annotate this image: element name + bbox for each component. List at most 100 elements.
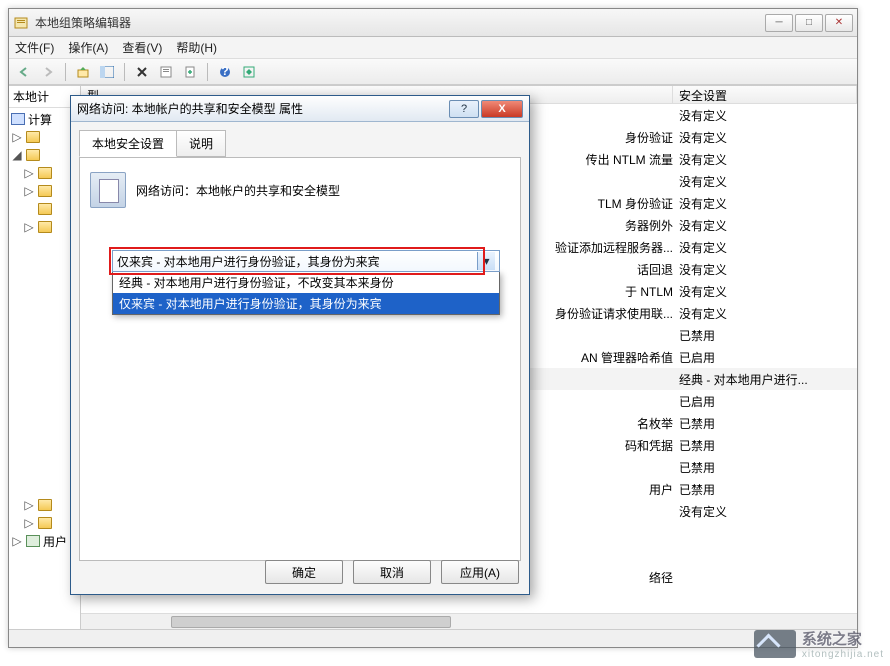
folder-icon [38, 517, 52, 529]
app-icon [13, 15, 29, 31]
cell-setting: 没有定义 [673, 305, 857, 322]
separator [65, 63, 66, 81]
tab-local-security[interactable]: 本地安全设置 [79, 130, 177, 157]
combo-selected-text: 仅来宾 - 对本地用户进行身份验证，其身份为来宾 [117, 253, 477, 270]
help-button[interactable]: ? [214, 62, 236, 82]
back-button[interactable] [13, 62, 35, 82]
menu-action[interactable]: 操作(A) [68, 39, 108, 56]
expand-icon[interactable]: ▷ [23, 516, 35, 530]
toolbar: ? [9, 59, 857, 85]
expand-icon[interactable]: ▷ [23, 166, 35, 180]
folder-icon [38, 203, 52, 215]
separator [124, 63, 125, 81]
cell-setting: 经典 - 对本地用户进行... [673, 371, 857, 388]
expand-icon[interactable]: ▷ [11, 534, 23, 548]
separator [207, 63, 208, 81]
tab-explain[interactable]: 说明 [176, 130, 226, 157]
menu-file[interactable]: 文件(F) [15, 39, 54, 56]
export-button[interactable] [179, 62, 201, 82]
statusbar [9, 629, 857, 647]
cell-setting: 没有定义 [673, 151, 857, 168]
menu-view[interactable]: 查看(V) [122, 39, 162, 56]
expand-icon[interactable]: ▷ [11, 130, 23, 144]
up-button[interactable] [72, 62, 94, 82]
combo-option-guest[interactable]: 仅来宾 - 对本地用户进行身份验证，其身份为来宾 [113, 293, 499, 314]
watermark-sub: xitongzhijia.net [802, 649, 884, 660]
ok-button[interactable]: 确定 [265, 560, 343, 584]
cell-setting: 没有定义 [673, 195, 857, 212]
expand-icon[interactable]: ▷ [23, 184, 35, 198]
watermark-text: 系统之家 [802, 628, 884, 649]
cell-setting: 没有定义 [673, 217, 857, 234]
dialog-buttons: 确定 取消 应用(A) [265, 560, 519, 584]
window-title: 本地组策略编辑器 [35, 14, 765, 31]
cell-setting: 已禁用 [673, 415, 857, 432]
show-hide-tree-button[interactable] [96, 62, 118, 82]
properties-dialog: 网络访问: 本地帐户的共享和安全模型 属性 ? X 本地安全设置 说明 网络访问… [70, 95, 530, 595]
tree-node[interactable]: ▷ [11, 182, 78, 200]
computer-icon [11, 113, 25, 125]
expand-icon[interactable]: ▷ [23, 498, 35, 512]
folder-icon [26, 131, 40, 143]
tree-node[interactable]: ▷ [11, 128, 78, 146]
tab-body: 网络访问：本地帐户的共享和安全模型 仅来宾 - 对本地用户进行身份验证，其身份为… [79, 157, 521, 561]
scroll-thumb[interactable] [171, 616, 451, 628]
cell-setting: 没有定义 [673, 239, 857, 256]
cancel-button[interactable]: 取消 [353, 560, 431, 584]
dialog-title: 网络访问: 本地帐户的共享和安全模型 属性 [77, 100, 449, 117]
properties-button[interactable] [155, 62, 177, 82]
folder-icon [38, 499, 52, 511]
folder-icon [38, 185, 52, 197]
menu-help[interactable]: 帮助(H) [176, 39, 217, 56]
dialog-close-button[interactable]: X [481, 100, 523, 118]
cell-setting: 没有定义 [673, 129, 857, 146]
cell-setting: 已启用 [673, 349, 857, 366]
window-buttons: ─ □ ✕ [765, 14, 853, 32]
menubar: 文件(F) 操作(A) 查看(V) 帮助(H) [9, 37, 857, 59]
chevron-down-icon[interactable]: ▾ [477, 252, 495, 270]
folder-icon [38, 167, 52, 179]
combo-option-classic[interactable]: 经典 - 对本地用户进行身份验证，不改变其本来身份 [113, 272, 499, 293]
user-icon [26, 535, 40, 547]
dialog-title-buttons: ? X [449, 100, 523, 118]
svg-text:?: ? [221, 66, 228, 78]
tree-node[interactable]: ▷ [11, 496, 78, 514]
delete-button[interactable] [131, 62, 153, 82]
folder-icon [26, 149, 40, 161]
dialog-tabs: 本地安全设置 说明 [79, 130, 521, 157]
cell-setting: 已禁用 [673, 437, 857, 454]
cell-setting: 已启用 [673, 393, 857, 410]
tree-node[interactable]: ◢ [11, 146, 78, 164]
expand-icon[interactable]: ▷ [23, 220, 35, 234]
col-setting[interactable]: 安全设置 [673, 86, 857, 103]
cell-setting: 没有定义 [673, 283, 857, 300]
cell-setting: 没有定义 [673, 261, 857, 278]
horizontal-scrollbar[interactable] [81, 613, 857, 629]
server-icon [90, 172, 126, 208]
dialog-titlebar[interactable]: 网络访问: 本地帐户的共享和安全模型 属性 ? X [71, 96, 529, 122]
cell-setting: 没有定义 [673, 107, 857, 124]
close-button[interactable]: ✕ [825, 14, 853, 32]
cell-setting: 已禁用 [673, 327, 857, 344]
tree-node[interactable]: ▷ [11, 514, 78, 532]
policy-header: 网络访问：本地帐户的共享和安全模型 [80, 158, 520, 222]
apply-button[interactable]: 应用(A) [441, 560, 519, 584]
minimize-button[interactable]: ─ [765, 14, 793, 32]
watermark: 系统之家 xitongzhijia.net [754, 628, 884, 660]
combo-wrapper: 仅来宾 - 对本地用户进行身份验证，其身份为来宾 ▾ 经典 - 对本地用户进行身… [112, 250, 500, 315]
tree-node[interactable]: ▷ [11, 218, 78, 236]
cell-setting: 没有定义 [673, 503, 857, 520]
filter-button[interactable] [238, 62, 260, 82]
maximize-button[interactable]: □ [795, 14, 823, 32]
cell-setting: 已禁用 [673, 481, 857, 498]
folder-icon [38, 221, 52, 233]
tree-node-user[interactable]: ▷用户 [11, 532, 78, 550]
sharing-model-combo[interactable]: 仅来宾 - 对本地用户进行身份验证，其身份为来宾 ▾ [112, 250, 500, 272]
titlebar[interactable]: 本地组策略编辑器 ─ □ ✕ [9, 9, 857, 37]
dialog-help-button[interactable]: ? [449, 100, 479, 118]
forward-button[interactable] [37, 62, 59, 82]
tree-node-computer[interactable]: 计算 [11, 110, 78, 128]
collapse-icon[interactable]: ◢ [11, 148, 23, 162]
tree-node[interactable] [11, 200, 78, 218]
tree-node[interactable]: ▷ [11, 164, 78, 182]
